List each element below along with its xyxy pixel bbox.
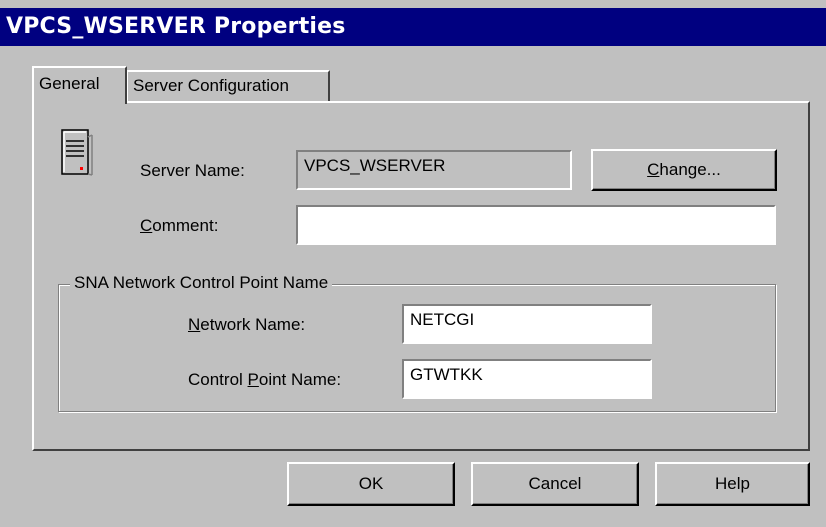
window-title: VPCS_WSERVER Properties <box>6 14 346 39</box>
change-button[interactable]: Change... <box>591 149 777 191</box>
title-bar[interactable]: VPCS_WSERVER Properties <box>0 8 826 46</box>
comment-input[interactable] <box>296 205 776 245</box>
server-name-label: Server Name: <box>140 161 245 180</box>
network-name-label-text: etwork Name: <box>200 315 306 334</box>
tab-general[interactable]: General <box>32 66 127 104</box>
network-name-input[interactable]: NETCGI <box>402 304 652 344</box>
change-button-label: hange... <box>659 160 721 179</box>
comment-label-text: omment: <box>152 216 219 235</box>
change-button-accelerator: C <box>647 160 660 179</box>
control-point-label-before: Control <box>188 370 248 389</box>
control-point-name-input[interactable]: GTWTKK <box>402 359 652 399</box>
control-point-label-text: oint Name: <box>258 370 342 389</box>
control-point-accelerator: P <box>247 370 259 389</box>
tab-server-configuration[interactable]: Server Configuration <box>126 70 330 102</box>
ok-button[interactable]: OK <box>287 462 455 506</box>
server-name-field: VPCS_WSERVER <box>296 150 572 190</box>
cancel-button[interactable]: Cancel <box>471 462 639 506</box>
help-button[interactable]: Help <box>655 462 810 506</box>
network-name-accelerator: N <box>188 315 201 334</box>
sna-group-title: SNA Network Control Point Name <box>70 273 333 293</box>
network-name-label: Network Name: <box>188 315 305 335</box>
properties-dialog: VPCS_WSERVER Properties General Server C… <box>0 0 826 527</box>
server-icon <box>61 129 93 176</box>
control-point-name-label: Control Point Name: <box>188 370 341 390</box>
comment-label-accelerator: C <box>140 216 153 235</box>
comment-label: Comment: <box>140 216 218 236</box>
